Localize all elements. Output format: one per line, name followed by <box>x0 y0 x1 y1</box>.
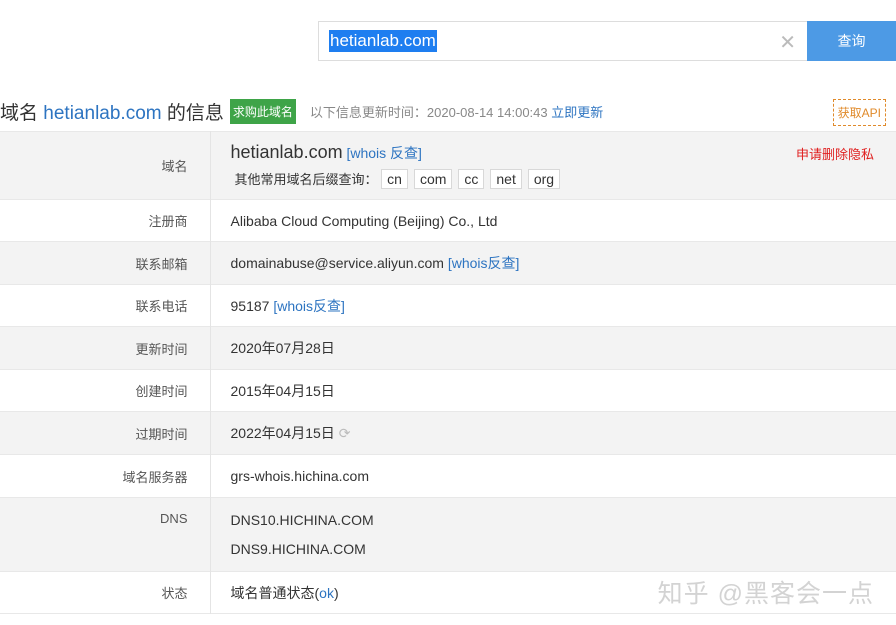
delete-privacy-link[interactable]: 申请删除隐私 <box>796 144 874 163</box>
refresh-icon[interactable]: ⟳ <box>339 425 351 441</box>
update-info: 以下信息更新时间：2020-08-14 14:00:43 立即更新 <box>310 102 603 121</box>
updated-value: 2020年07月28日 <box>210 326 896 370</box>
whois-table: 域名 hetianlab.com [whois 反查] 其他常用域名后缀查询： … <box>0 131 896 614</box>
search-input[interactable]: hetianlab.com ✕ <box>318 21 808 61</box>
status-close: ) <box>333 584 339 601</box>
tld-org[interactable]: org <box>527 169 561 189</box>
whois-link[interactable]: [whois 反查] <box>346 145 421 161</box>
phone-value: 95187 <box>230 297 270 314</box>
row-label: 联系邮箱 <box>0 241 211 285</box>
row-label: 更新时间 <box>0 326 211 370</box>
get-api-button[interactable]: 获取API <box>832 99 886 126</box>
table-row: 联系电话 95187 [whois反查] <box>0 284 896 327</box>
title-suffix: 的信息 <box>166 102 224 124</box>
page-header: 域名 hetianlab.com 的信息 求购此域名 以下信息更新时间：2020… <box>0 97 896 126</box>
table-row: 过期时间 2022年04月15日 ⟳ <box>0 411 896 455</box>
update-now-link[interactable]: 立即更新 <box>551 105 603 120</box>
row-label: 注册商 <box>0 199 211 242</box>
tld-com[interactable]: com <box>413 169 453 189</box>
page-title: 域名 hetianlab.com 的信息 <box>0 98 224 125</box>
expires-value: 2022年04月15日 <box>230 425 335 441</box>
row-label: 域名服务器 <box>0 454 211 498</box>
search-value: hetianlab.com <box>329 30 437 52</box>
status-value: 域名普通状态( <box>230 584 320 601</box>
dns-value: DNS9.HICHINA.COM <box>230 541 366 557</box>
whois-link[interactable]: [whois反查] <box>448 255 520 271</box>
update-time: 以下信息更新时间：2020-08-14 14:00:43 <box>309 104 548 120</box>
row-label: DNS <box>0 497 211 572</box>
title-prefix: 域名 <box>0 102 39 124</box>
other-tld-label: 其他常用域名后缀查询： <box>234 172 378 187</box>
title-domain: hetianlab.com <box>43 102 162 124</box>
status-ok-link[interactable]: ok <box>319 585 334 601</box>
row-label: 域名 <box>0 131 211 200</box>
row-label: 状态 <box>0 571 211 614</box>
table-row: DNS DNS10.HICHINA.COM DNS9.HICHINA.COM <box>0 497 896 572</box>
table-row: 创建时间 2015年04月15日 <box>0 369 896 412</box>
tld-cc[interactable]: cc <box>458 169 485 189</box>
buy-domain-button[interactable]: 求购此域名 <box>229 98 296 124</box>
table-row: 更新时间 2020年07月28日 <box>0 326 896 370</box>
watermark: 知乎 @黑客会一点 <box>657 580 874 608</box>
table-row: 注册商 Alibaba Cloud Computing (Beijing) Co.… <box>0 199 896 242</box>
row-label: 过期时间 <box>0 411 211 455</box>
row-label: 联系电话 <box>0 284 211 327</box>
whois-link[interactable]: [whois反查] <box>273 298 345 314</box>
domain-value: hetianlab.com <box>230 142 343 162</box>
email-value: domainabuse@service.aliyun.com <box>230 255 444 271</box>
search-button[interactable]: 查询 <box>807 21 896 61</box>
table-row: 联系邮箱 domainabuse@service.aliyun.com [whoi… <box>0 241 896 285</box>
server-value: grs-whois.hichina.com <box>210 454 896 498</box>
row-label: 创建时间 <box>0 369 211 412</box>
close-icon[interactable]: ✕ <box>779 30 796 55</box>
table-row: 域名 hetianlab.com [whois 反查] 其他常用域名后缀查询： … <box>0 131 896 200</box>
dns-value: DNS10.HICHINA.COM <box>230 512 374 528</box>
created-value: 2015年04月15日 <box>210 369 896 412</box>
tld-cn[interactable]: cn <box>381 169 408 189</box>
registrar-value: Alibaba Cloud Computing (Beijing) Co., L… <box>210 199 896 242</box>
tld-net[interactable]: net <box>490 169 522 189</box>
table-row: 域名服务器 grs-whois.hichina.com <box>0 454 896 498</box>
